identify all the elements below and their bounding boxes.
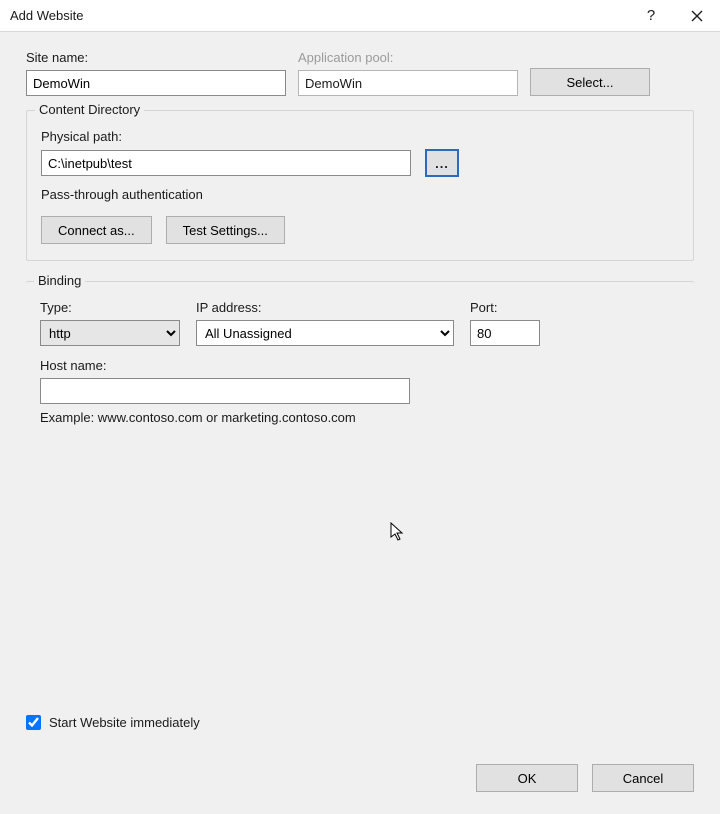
- test-settings-button[interactable]: Test Settings...: [166, 216, 285, 244]
- dialog-bottom: Start Website immediately OK Cancel: [0, 715, 720, 814]
- host-name-label: Host name:: [40, 358, 410, 373]
- physical-path-label: Physical path:: [41, 129, 679, 144]
- dialog-content: Site name: Application pool: Select... C…: [0, 32, 720, 605]
- host-name-example: Example: www.contoso.com or marketing.co…: [40, 410, 680, 425]
- content-directory-legend: Content Directory: [35, 102, 144, 117]
- title-bar: Add Website ?: [0, 0, 720, 32]
- ok-button[interactable]: OK: [476, 764, 578, 792]
- host-name-input[interactable]: [40, 378, 410, 404]
- content-directory-group: Content Directory Physical path: ... Pas…: [26, 110, 694, 261]
- site-name-label: Site name:: [26, 50, 286, 65]
- binding-group: Binding Type: http IP address: All Unass…: [26, 281, 694, 605]
- physical-path-input[interactable]: [41, 150, 411, 176]
- app-pool-label: Application pool:: [298, 50, 518, 65]
- start-immediately-label: Start Website immediately: [49, 715, 200, 730]
- type-label: Type:: [40, 300, 180, 315]
- app-pool-input: [298, 70, 518, 96]
- pass-through-label: Pass-through authentication: [41, 187, 679, 202]
- cancel-button[interactable]: Cancel: [592, 764, 694, 792]
- ip-select[interactable]: All Unassigned: [196, 320, 454, 346]
- site-name-input[interactable]: [26, 70, 286, 96]
- connect-as-button[interactable]: Connect as...: [41, 216, 152, 244]
- port-input[interactable]: [470, 320, 540, 346]
- close-button[interactable]: [674, 0, 720, 32]
- port-label: Port:: [470, 300, 540, 315]
- start-immediately-checkbox[interactable]: [26, 715, 41, 730]
- type-select[interactable]: http: [40, 320, 180, 346]
- close-icon: [691, 10, 703, 22]
- help-button[interactable]: ?: [628, 0, 674, 32]
- binding-legend: Binding: [34, 273, 85, 288]
- select-pool-button[interactable]: Select...: [530, 68, 650, 96]
- window-title: Add Website: [10, 8, 628, 23]
- ip-label: IP address:: [196, 300, 454, 315]
- browse-path-button[interactable]: ...: [425, 149, 459, 177]
